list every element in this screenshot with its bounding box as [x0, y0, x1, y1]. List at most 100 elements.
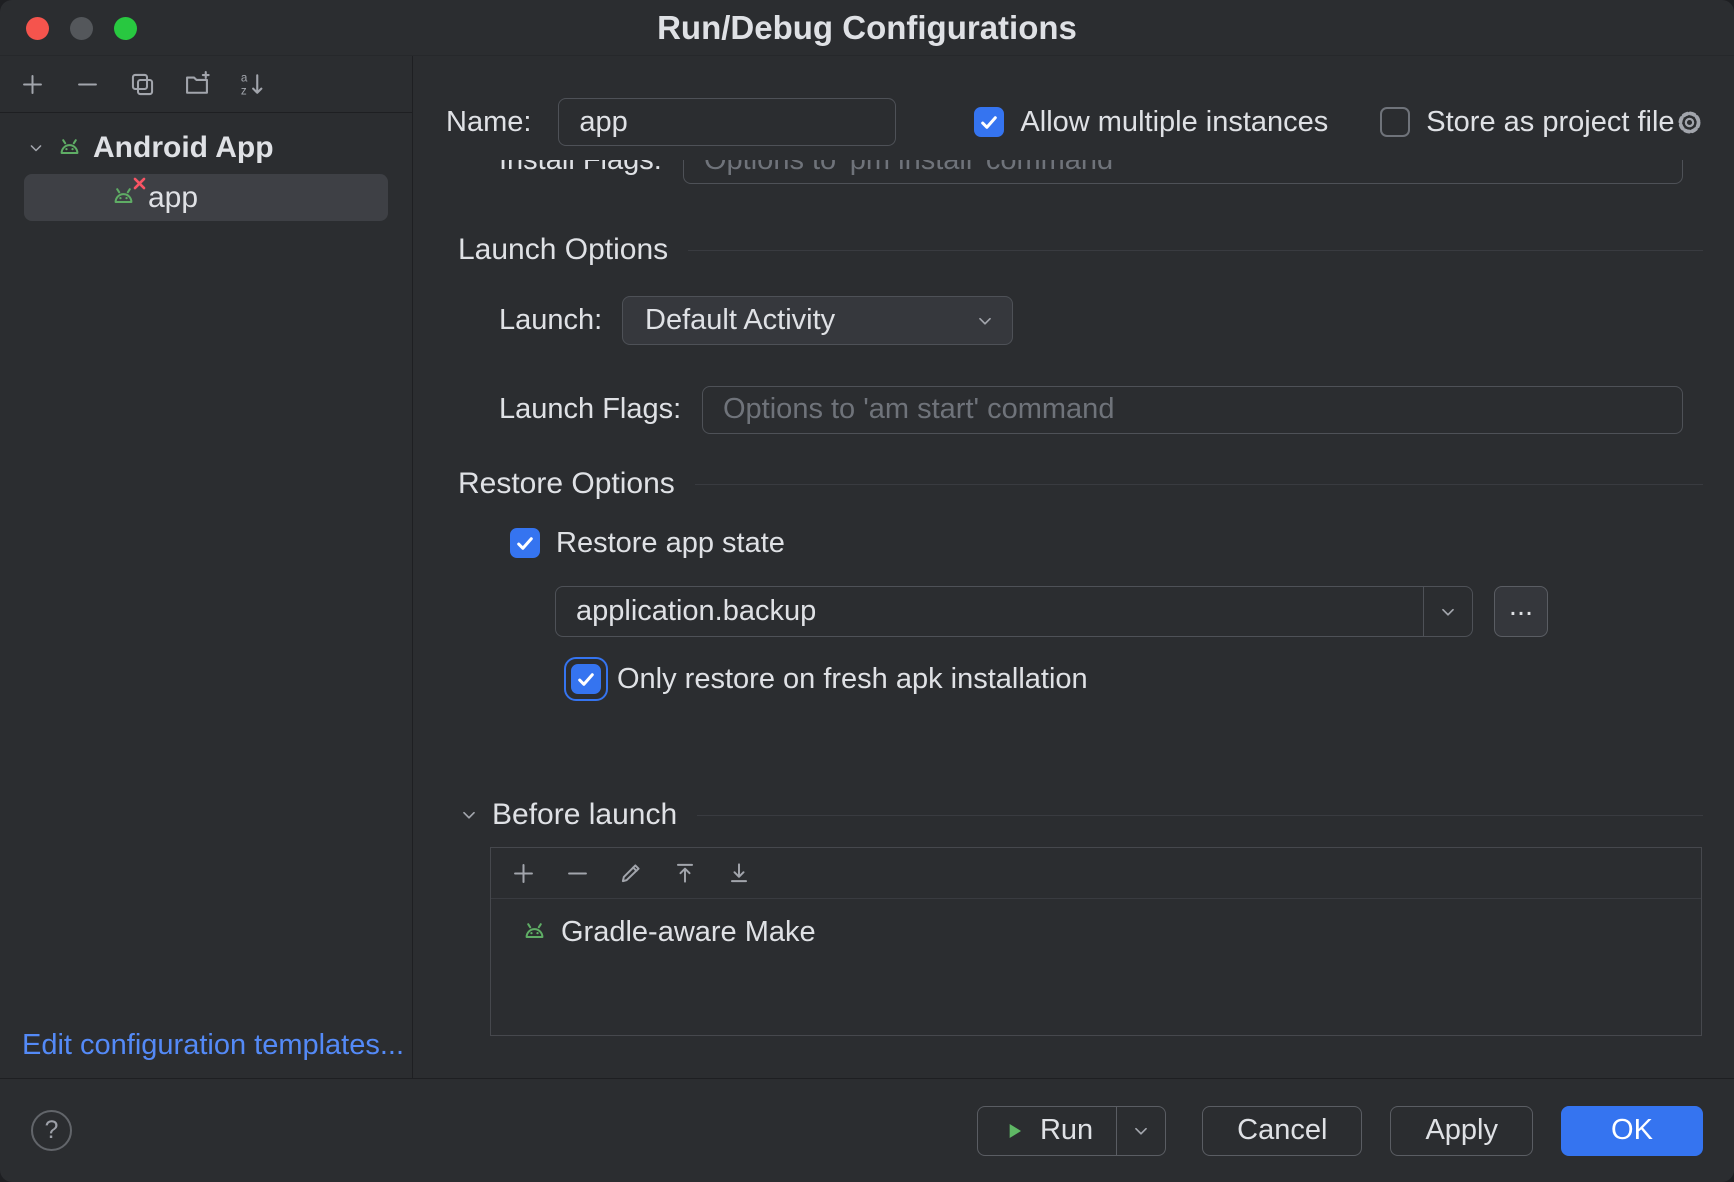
- collapse-before-launch-button[interactable]: [458, 804, 480, 826]
- window-title: Run/Debug Configurations: [0, 0, 1734, 56]
- allow-multiple-instances-checkbox[interactable]: [974, 107, 1004, 137]
- before-launch-toolbar: [491, 848, 1701, 899]
- chevron-down-icon[interactable]: [26, 138, 46, 158]
- apply-button[interactable]: Apply: [1390, 1106, 1533, 1156]
- android-icon: [521, 919, 548, 946]
- add-configuration-button[interactable]: [16, 68, 48, 100]
- minimize-window-button: [70, 17, 93, 40]
- remove-task-button[interactable]: [561, 857, 593, 889]
- copy-configuration-button[interactable]: [126, 68, 158, 100]
- arrow-up-to-bar-icon: [672, 860, 698, 886]
- check-icon: [577, 672, 595, 687]
- launch-flags-label: Launch Flags:: [499, 393, 675, 426]
- cancel-button[interactable]: Cancel: [1202, 1106, 1362, 1156]
- zoom-window-button[interactable]: [114, 17, 137, 40]
- traffic-lights: [26, 17, 137, 40]
- launch-activity-dropdown[interactable]: Default Activity: [622, 296, 1013, 345]
- gear-icon: [1675, 108, 1704, 137]
- plus-icon: [19, 71, 46, 98]
- backup-file-value: application.backup: [556, 587, 1423, 636]
- android-invalid-icon: [110, 184, 137, 211]
- minus-icon: [564, 860, 591, 887]
- remove-configuration-button[interactable]: [71, 68, 103, 100]
- name-input[interactable]: [558, 98, 896, 146]
- run-options-dropdown-button[interactable]: [1117, 1107, 1165, 1155]
- chevron-down-icon: [974, 310, 996, 332]
- configurations-sidebar: a z Android App: [0, 56, 413, 1078]
- titlebar: Run/Debug Configurations: [0, 0, 1734, 56]
- chevron-down-icon: [1130, 1120, 1152, 1142]
- copy-icon: [129, 71, 156, 98]
- svg-text:z: z: [241, 85, 247, 98]
- launch-label: Launch:: [499, 304, 609, 337]
- launch-options-section-header: Launch Options: [413, 232, 1703, 268]
- only-restore-checkbox[interactable]: [571, 664, 601, 694]
- store-as-project-file-label: Store as project file: [1426, 106, 1674, 139]
- configuration-form: Name: Allow multiple instances Store as …: [413, 56, 1734, 1078]
- launch-options-title: Launch Options: [458, 233, 668, 267]
- before-launch-section-header: Before launch: [413, 797, 1703, 833]
- tree-item-app[interactable]: app: [24, 174, 388, 221]
- install-flags-input[interactable]: [683, 160, 1683, 184]
- tree-group-android-app[interactable]: Android App: [0, 125, 412, 171]
- browse-backup-file-button[interactable]: ...: [1494, 586, 1548, 637]
- svg-text:a: a: [241, 72, 248, 85]
- dialog-footer: ? Run Cancel Apply OK: [0, 1078, 1734, 1182]
- move-task-up-button[interactable]: [669, 857, 701, 889]
- chevron-down-icon: [458, 804, 480, 826]
- launch-flags-row: Launch Flags:: [413, 385, 1703, 434]
- store-as-project-file-checkbox[interactable]: [1380, 107, 1410, 137]
- chevron-down-icon: [1437, 601, 1459, 623]
- before-launch-task[interactable]: Gradle-aware Make: [491, 912, 1701, 952]
- backup-file-row: application.backup ...: [413, 586, 1703, 637]
- configurations-tree: Android App app: [0, 125, 412, 221]
- backup-file-dropdown-button[interactable]: [1423, 587, 1472, 636]
- install-flags-row: Install Flags:: [413, 160, 1703, 184]
- before-launch-task-list: Gradle-aware Make: [490, 847, 1702, 1036]
- check-icon: [980, 115, 998, 130]
- run-button[interactable]: Run: [978, 1107, 1116, 1155]
- restore-app-state-checkbox[interactable]: [510, 528, 540, 558]
- restore-options-section-header: Restore Options: [413, 466, 1703, 502]
- run-debug-configurations-dialog: Run/Debug Configurations a: [0, 0, 1734, 1182]
- footer-buttons: Run Cancel Apply OK: [977, 1106, 1703, 1156]
- arrow-down-to-bar-icon: [726, 860, 752, 886]
- store-settings-button[interactable]: [1675, 108, 1704, 137]
- error-x-icon: [133, 177, 146, 190]
- launch-flags-input[interactable]: [702, 386, 1683, 434]
- move-task-down-button[interactable]: [723, 857, 755, 889]
- backup-file-combobox[interactable]: application.backup: [555, 586, 1473, 637]
- play-icon: [1001, 1118, 1027, 1144]
- android-icon: [56, 135, 83, 162]
- section-divider: [697, 815, 1703, 816]
- edit-task-button[interactable]: [615, 857, 647, 889]
- sidebar-toolbar: a z: [0, 56, 412, 113]
- launch-row: Launch: Default Activity: [413, 296, 1703, 345]
- name-row: Name: Allow multiple instances Store as …: [413, 98, 1703, 146]
- close-window-button[interactable]: [26, 17, 49, 40]
- tree-group-label: Android App: [93, 131, 274, 165]
- sort-configurations-button[interactable]: a z: [236, 68, 268, 100]
- new-folder-button[interactable]: [181, 68, 213, 100]
- minus-icon: [74, 71, 101, 98]
- tree-item-label: app: [148, 181, 198, 215]
- dialog-content: a z Android App: [0, 56, 1734, 1078]
- run-split-button: Run: [977, 1106, 1166, 1156]
- before-launch-title: Before launch: [492, 798, 677, 832]
- help-button[interactable]: ?: [31, 1110, 72, 1151]
- allow-multiple-instances-label: Allow multiple instances: [1020, 106, 1328, 139]
- ok-button[interactable]: OK: [1561, 1106, 1703, 1156]
- pencil-icon: [618, 860, 644, 886]
- check-icon: [516, 536, 534, 551]
- add-task-button[interactable]: [507, 857, 539, 889]
- section-divider: [688, 250, 1703, 251]
- launch-activity-value: Default Activity: [645, 304, 974, 337]
- edit-configuration-templates-link[interactable]: Edit configuration templates...: [22, 1029, 412, 1062]
- install-flags-label: Install Flags:: [499, 160, 675, 177]
- run-button-label: Run: [1040, 1114, 1093, 1147]
- form-scroll-area[interactable]: Install Flags: Launch Options Launch: De…: [413, 160, 1703, 1078]
- only-restore-label: Only restore on fresh apk installation: [617, 663, 1088, 696]
- sort-alphabetically-icon: a z: [238, 70, 266, 98]
- plus-icon: [510, 860, 537, 887]
- name-label: Name:: [446, 106, 531, 139]
